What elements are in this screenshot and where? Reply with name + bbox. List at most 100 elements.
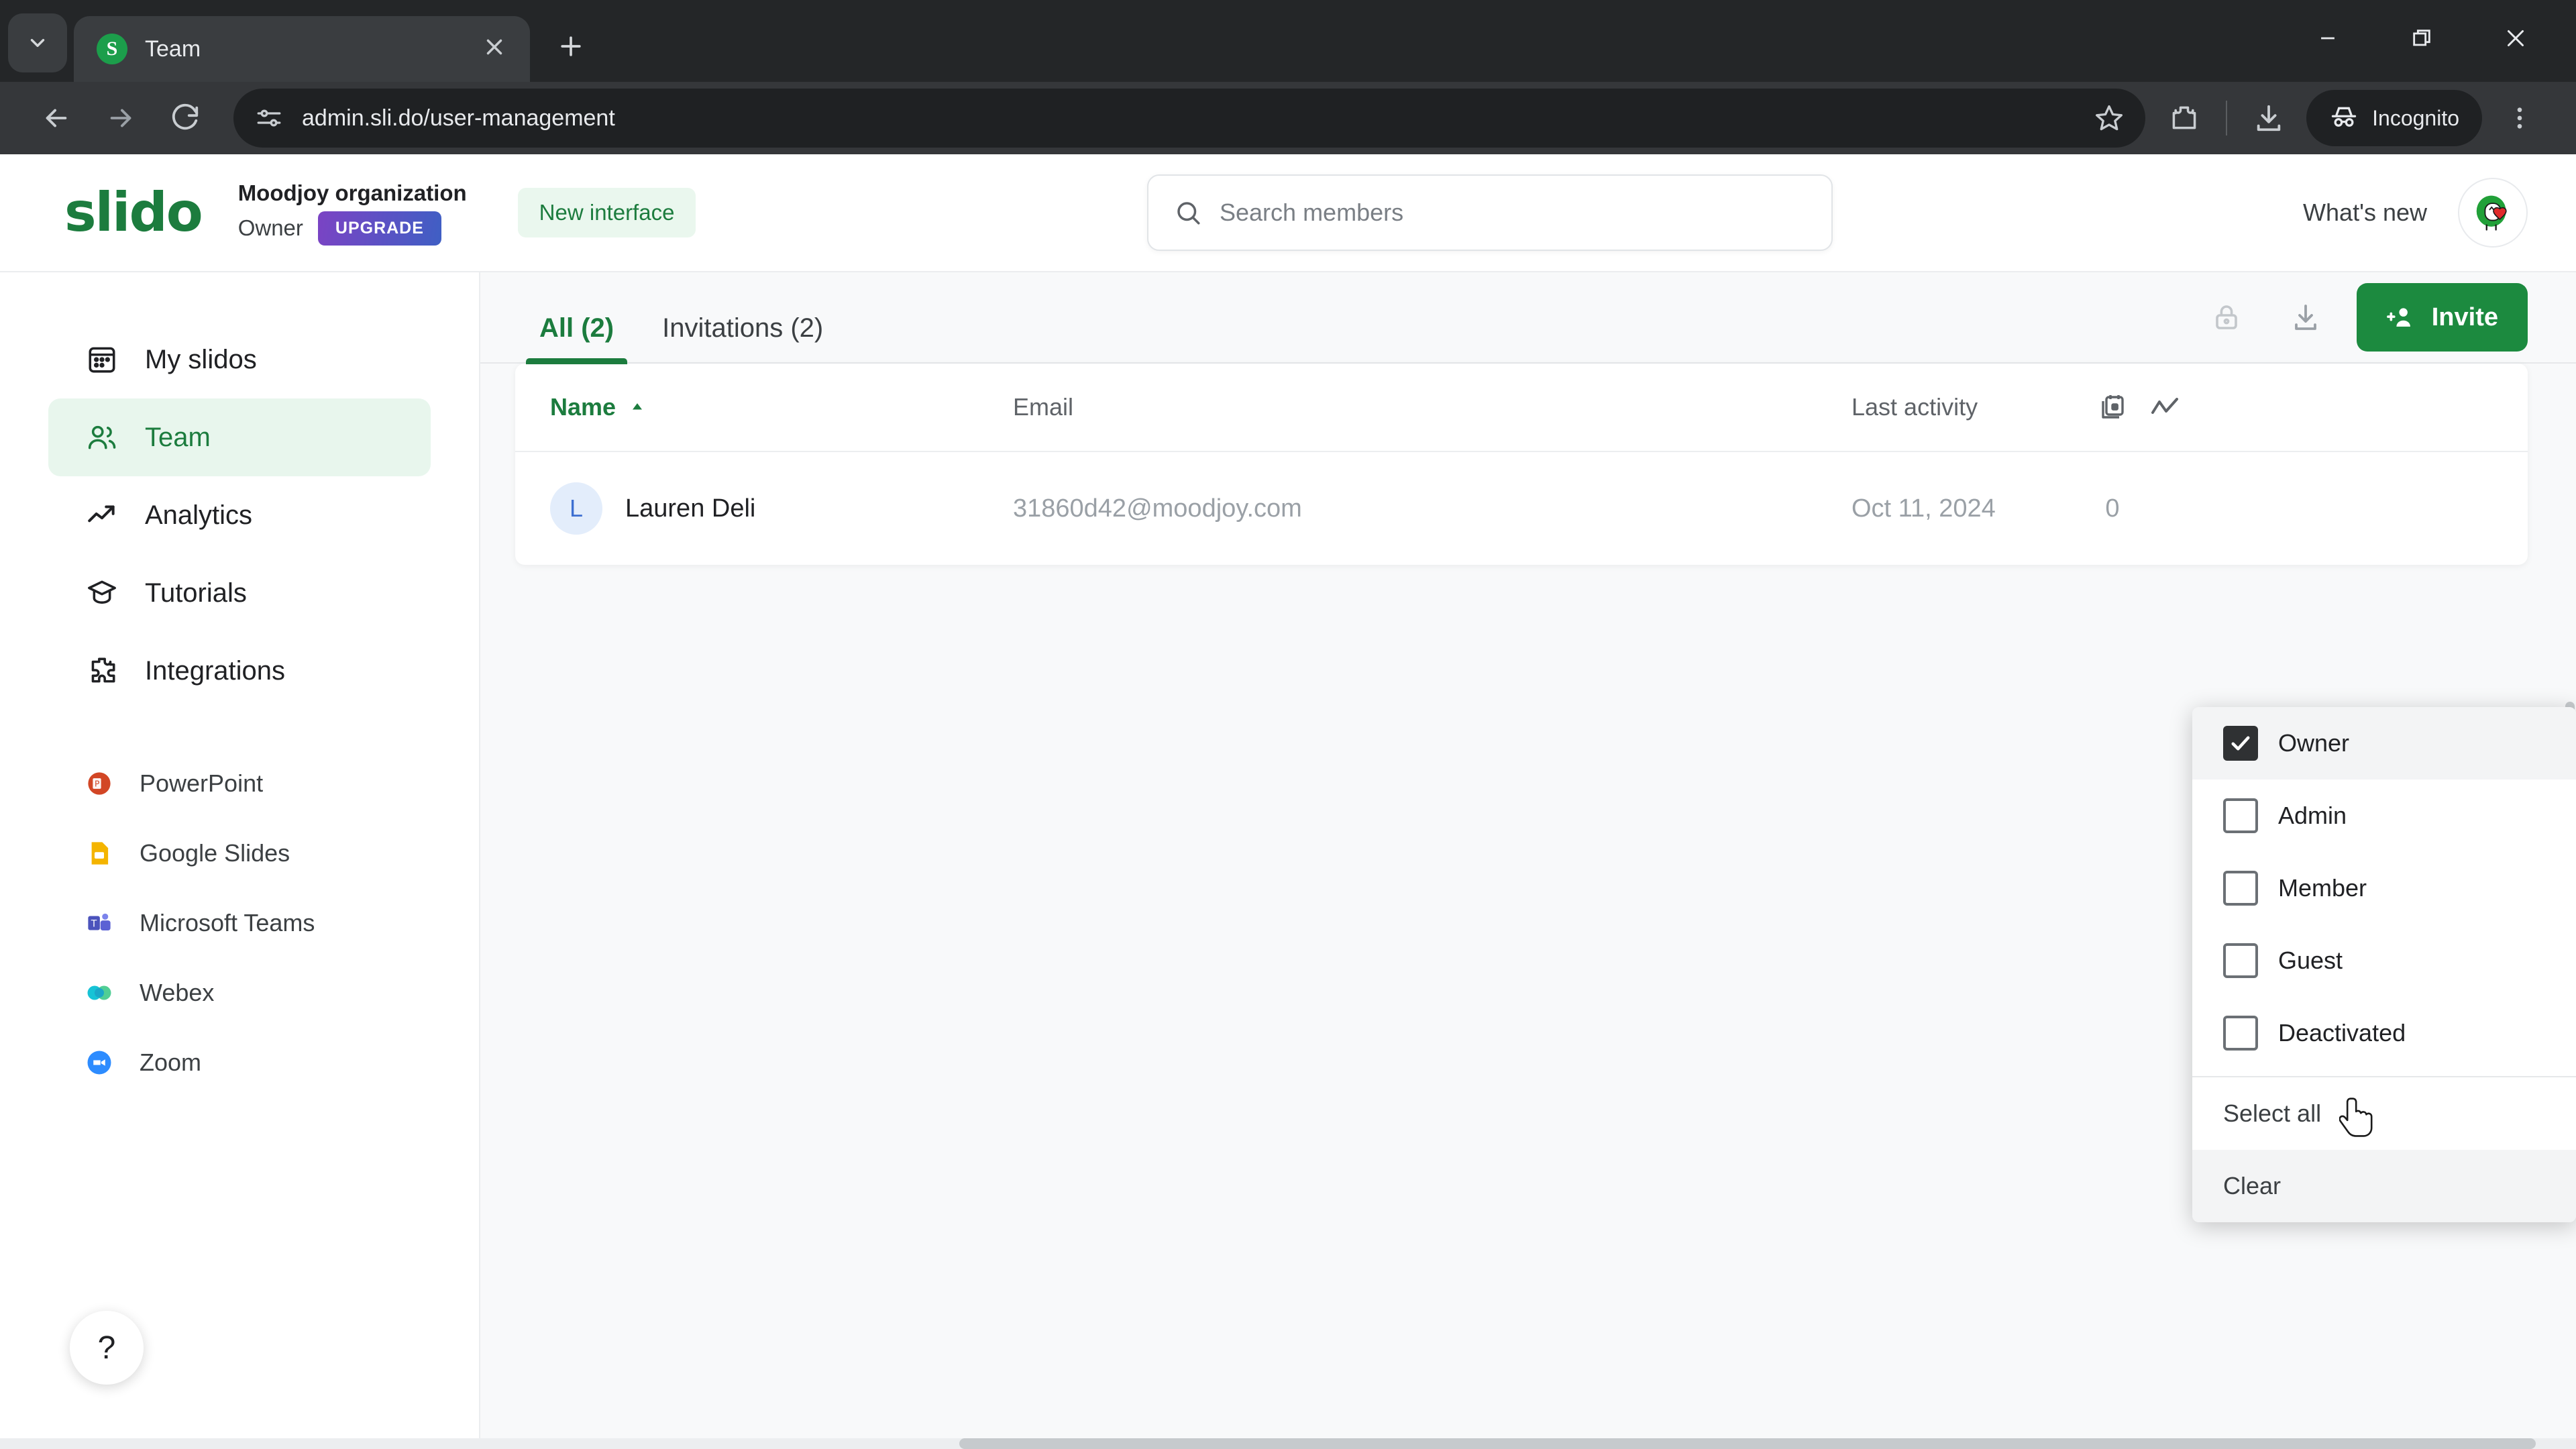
table-toolbar: Invite [2198, 283, 2528, 362]
cell-events-count: 0 [2105, 494, 2120, 523]
tab-title: Team [145, 36, 201, 62]
tab-search-button[interactable] [8, 13, 67, 72]
address-bar[interactable]: admin.sli.do/user-management [233, 89, 2146, 148]
sort-ascending-icon [633, 403, 643, 410]
column-header-activity[interactable] [2139, 391, 2191, 423]
dropdown-clear[interactable]: Clear [2192, 1150, 2576, 1222]
column-header-email[interactable]: Email [1013, 393, 1851, 421]
export-button[interactable] [2277, 289, 2334, 345]
tab-all[interactable]: All (2) [515, 313, 638, 364]
dropdown-option-deactivated[interactable]: Deactivated [2192, 997, 2576, 1069]
checkbox-icon[interactable] [2223, 798, 2258, 833]
sidebar-integration-google-slides[interactable]: Google Slides [48, 818, 431, 888]
chevron-down-icon [30, 39, 45, 47]
search-icon [1177, 202, 1200, 225]
sidebar-integration-microsoft-teams[interactable]: T Microsoft Teams [48, 888, 431, 958]
slido-logo[interactable]: slido [64, 186, 203, 239]
back-button[interactable] [24, 86, 89, 150]
sidebar-divider-gap [0, 710, 479, 749]
checkbox-checked-icon[interactable] [2223, 726, 2258, 761]
dropdown-option-label: Guest [2278, 947, 2343, 974]
sidebar-integration-label: Microsoft Teams [140, 909, 315, 936]
extensions-button[interactable] [2152, 86, 2216, 150]
upgrade-button[interactable]: UPGRADE [317, 211, 441, 246]
dropdown-option-label: Member [2278, 874, 2367, 902]
bookmark-button[interactable] [2094, 103, 2124, 133]
sidebar-integration-label: Google Slides [140, 839, 290, 867]
dropdown-option-guest[interactable]: Guest [2192, 924, 2576, 997]
browser-tab[interactable]: S Team [74, 16, 530, 82]
new-tab-button[interactable] [545, 20, 597, 72]
scrollbar-thumb-horizontal[interactable] [959, 1438, 2536, 1449]
window-close-button[interactable] [2469, 15, 2563, 62]
sidebar-item-team[interactable]: Team [48, 398, 431, 476]
search-input[interactable] [1220, 199, 1806, 227]
role-filter-dropdown: Owner Admin Member Guest Deactivated Sel… [2192, 707, 2576, 1222]
dropdown-option-admin[interactable]: Admin [2192, 780, 2576, 852]
organization-name: Moodjoy organization [237, 180, 467, 205]
downloads-button[interactable] [2237, 86, 2301, 150]
column-label: Last activity [1851, 393, 1978, 421]
sidebar-item-label: My slidos [145, 344, 257, 374]
sidebar-item-label: Analytics [145, 500, 253, 530]
column-header-last-activity[interactable]: Last activity [1851, 393, 2086, 421]
members-table: Name Email Last activity L Lauren Deli 3… [515, 364, 2528, 565]
column-header-events[interactable] [2086, 391, 2139, 423]
zoom-icon [85, 1048, 114, 1077]
sidebar-item-label: Integrations [145, 655, 286, 686]
sidebar-item-tutorials[interactable]: Tutorials [48, 554, 431, 632]
sidebar-integration-powerpoint[interactable]: P PowerPoint [48, 749, 431, 818]
event-calendar-icon [2102, 395, 2124, 419]
browser-menu-button[interactable] [2487, 86, 2552, 150]
extensions-icon [2172, 106, 2196, 129]
sidebar-item-integrations[interactable]: Integrations [48, 632, 431, 710]
minimize-button[interactable] [2281, 15, 2375, 62]
invite-label: Invite [2431, 303, 2498, 331]
checkbox-icon[interactable] [2223, 943, 2258, 978]
reload-button[interactable] [153, 86, 217, 150]
member-tabs-bar: All (2) Invitations (2) Invite [480, 272, 2576, 364]
site-settings-icon[interactable] [255, 104, 283, 132]
cell-last-activity: Oct 11, 2024 [1851, 494, 1996, 523]
sidebar-item-my-slidos[interactable]: My slidos [48, 321, 431, 398]
column-header-name[interactable]: Name [550, 393, 1013, 421]
close-icon[interactable] [482, 34, 507, 64]
checkbox-icon[interactable] [2223, 1016, 2258, 1051]
sidebar-item-analytics[interactable]: Analytics [48, 476, 431, 554]
organization-block: Moodjoy organization Owner UPGRADE [238, 180, 467, 246]
new-interface-button[interactable]: New interface [517, 188, 696, 237]
svg-text:T: T [91, 918, 97, 929]
browser-tabstrip: S Team [0, 0, 2576, 82]
dropdown-option-member[interactable]: Member [2192, 852, 2576, 924]
dropdown-option-owner[interactable]: Owner [2192, 707, 2576, 780]
header-right-group: What's new [2303, 178, 2528, 248]
lock-button[interactable] [2198, 289, 2255, 345]
window-close-icon [2508, 30, 2524, 46]
webex-icon [85, 978, 114, 1008]
table-header-row: Name Email Last activity [515, 364, 2528, 452]
avatar[interactable] [2458, 178, 2528, 248]
search-members-field[interactable] [1147, 174, 1833, 251]
sidebar-integration-webex[interactable]: Webex [48, 958, 431, 1028]
download-icon [2257, 105, 2281, 131]
table-row[interactable]: L Lauren Deli 31860d42@moodjoy.com Oct 1… [515, 452, 2528, 565]
sidebar-item-label: Tutorials [145, 578, 247, 608]
organization-role: Owner [237, 215, 303, 240]
member-name: Lauren Deli [625, 494, 756, 523]
dropdown-select-all[interactable]: Select all [2192, 1077, 2576, 1150]
help-button[interactable]: ? [70, 1311, 144, 1385]
checkbox-icon[interactable] [2223, 871, 2258, 906]
plus-icon [561, 36, 581, 56]
microsoft-teams-icon: T [85, 908, 114, 938]
sidebar-integration-zoom[interactable]: Zoom [48, 1028, 431, 1097]
incognito-indicator[interactable]: Incognito [2306, 90, 2482, 146]
dropdown-option-label: Admin [2278, 802, 2347, 829]
tab-invitations[interactable]: Invitations (2) [638, 313, 847, 362]
invite-button[interactable]: Invite [2356, 283, 2528, 352]
page-scrollbar-horizontal[interactable] [0, 1438, 2576, 1449]
maximize-icon [2413, 30, 2430, 46]
trend-up-icon [85, 498, 119, 533]
maximize-button[interactable] [2375, 15, 2469, 62]
whats-new-link[interactable]: What's new [2303, 199, 2427, 227]
forward-button[interactable] [89, 86, 153, 150]
